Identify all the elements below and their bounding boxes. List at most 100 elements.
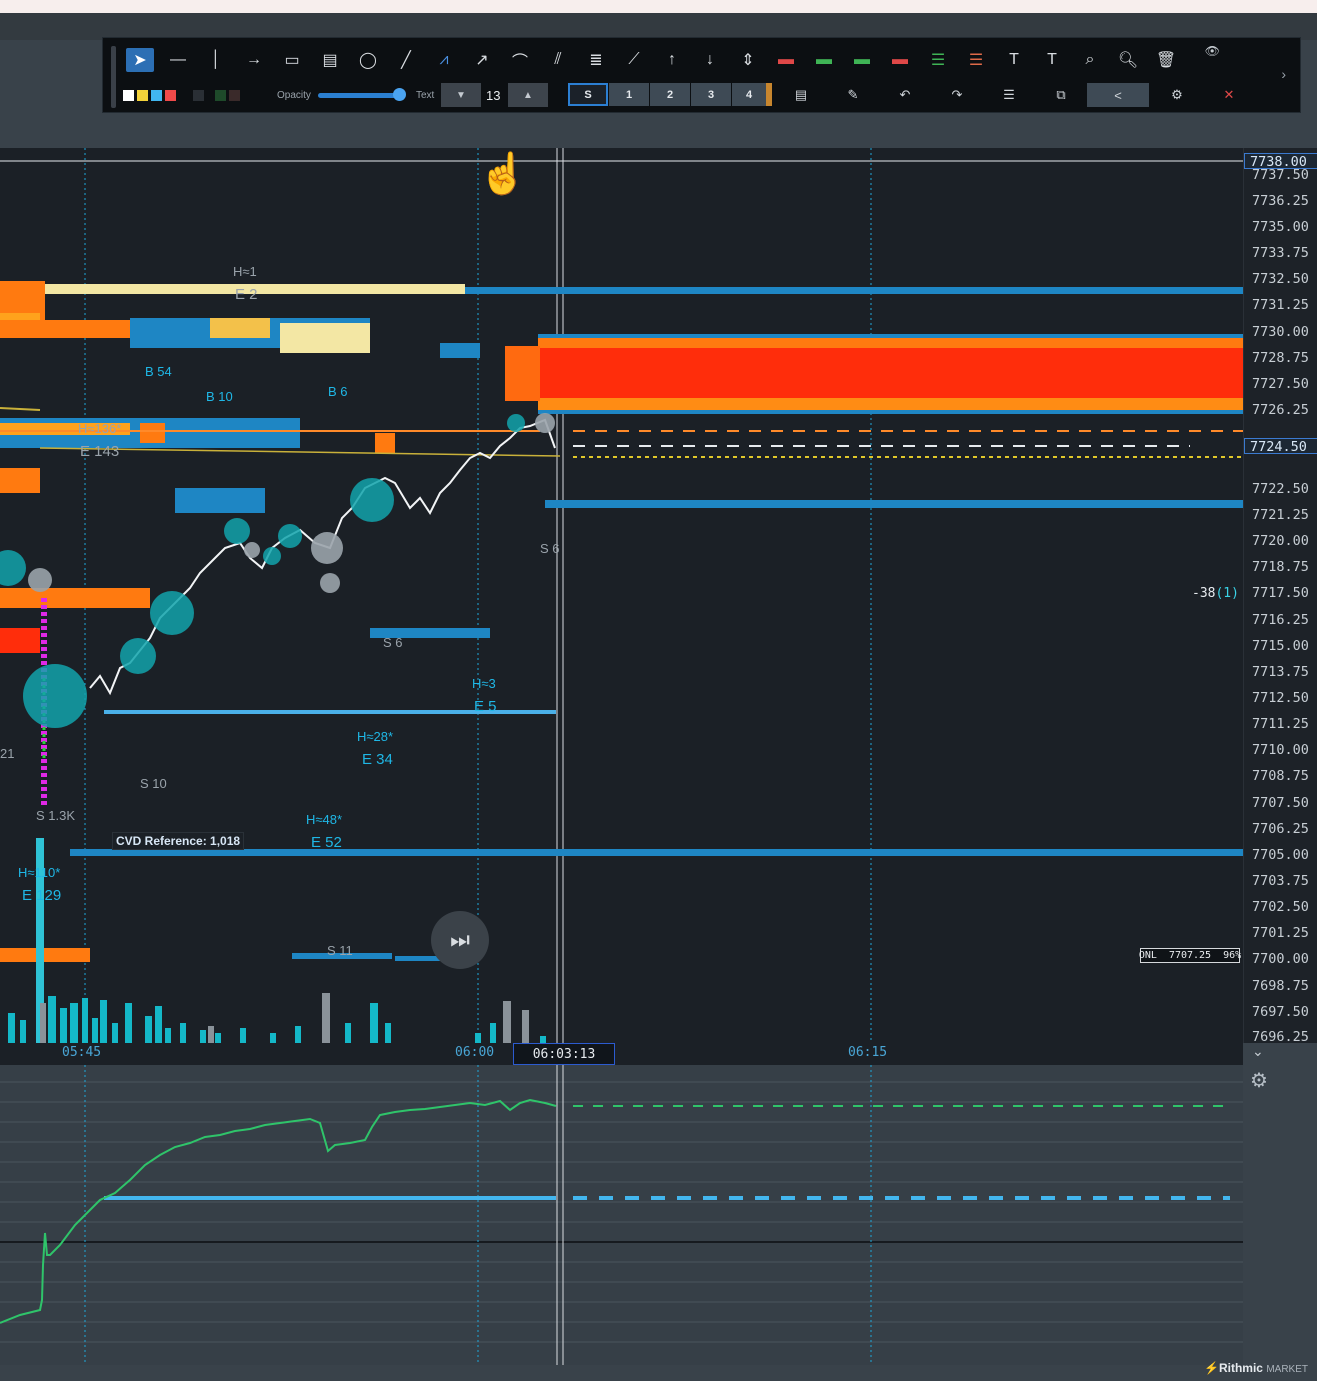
text-tool-button[interactable]: T (1038, 48, 1066, 72)
color-swatch-white[interactable] (123, 89, 134, 101)
drawing-toolbar: ➤ — │ → ▭ ▤ ◯ ╱ ⩘ ↗ ⌒ ⫽ ≣ ⟋ ↑ ↓ ⇕ ▬ ▬ ▬ … (102, 37, 1301, 113)
arrow-down-tool-button[interactable]: ↓ (696, 48, 724, 72)
annot-b54: B 54 (145, 364, 172, 379)
notes-icon[interactable]: ▤ (788, 83, 814, 107)
price-tick: 7733.75 (1252, 245, 1309, 261)
copy-layout-icon[interactable]: ⧉ (1048, 83, 1074, 107)
price-axis[interactable]: 7738.00 7737.50 7736.25 7735.00 7733.75 … (1243, 148, 1317, 1065)
annot-21: 21 (0, 746, 15, 761)
sell-zone-tool-button[interactable]: ▬ (886, 48, 914, 72)
magnet-tool-button[interactable]: ⌕ (1076, 48, 1104, 72)
annot-s6b: S 6 (383, 635, 403, 650)
channel-tool-button[interactable]: ⫽ (544, 48, 572, 72)
buy-levels-tool-button[interactable]: ☰ (924, 48, 952, 72)
annot-h136: H≈136* (78, 421, 122, 436)
share-icon[interactable]: < (1087, 83, 1149, 107)
price-tick: 7736.25 (1252, 193, 1309, 209)
template-slot-3[interactable]: 3 (691, 83, 731, 106)
redo-icon[interactable]: ↷ (944, 83, 970, 107)
fill-swatch-green[interactable] (215, 89, 226, 101)
price-range-tool-button[interactable]: ⇕ (734, 48, 762, 72)
fill-swatch-dark[interactable] (193, 89, 204, 101)
price-tick: 7732.50 (1252, 271, 1309, 287)
chevron-right-icon[interactable]: › (1281, 66, 1286, 82)
annot-s10: S 10 (140, 776, 167, 791)
arrow-tool-button[interactable]: ↗ (468, 48, 496, 72)
time-axis[interactable]: 05:45 06:00 06:15 06:03:13 (0, 1043, 1243, 1065)
heatmap-chart[interactable]: H≈1 E 2 B 54 B 10 B 6 H≈136* E 143 S 6 S… (0, 148, 1243, 1065)
long-position-tool-button[interactable]: ▬ (772, 48, 800, 72)
annot-s6a: S 6 (540, 541, 560, 556)
buy-zone-tool-button[interactable]: ▬ (848, 48, 876, 72)
text-size-decrease-button[interactable]: ▼ (441, 83, 481, 107)
template-slot-1[interactable]: 1 (609, 83, 649, 106)
toolbar-drag-handle[interactable] (111, 46, 116, 108)
annot-e129: E 129 (22, 887, 62, 904)
cvd-indicator-pane[interactable] (0, 1065, 1243, 1365)
pointer-tool-button[interactable]: ➤ (126, 48, 154, 72)
text-size-value[interactable]: 13 (486, 83, 506, 107)
zoom-tool-button[interactable]: 🔍︎ (1114, 48, 1142, 72)
undo-icon[interactable]: ↶ (892, 83, 918, 107)
line-tool-button[interactable]: ╱ (392, 48, 420, 72)
price-tick: 7712.50 (1252, 690, 1309, 706)
color-swatch-blue[interactable] (151, 89, 162, 101)
annot-e143: E 143 (80, 443, 120, 460)
text-size-increase-button[interactable]: ▲ (508, 83, 548, 107)
arc-tool-button[interactable]: ⌒ (506, 48, 534, 72)
price-tick: 7708.75 (1252, 768, 1309, 784)
opacity-slider-track[interactable] (318, 93, 404, 98)
price-tick: 7713.75 (1252, 664, 1309, 680)
chevron-down-icon[interactable]: ⌄ (1252, 1043, 1264, 1060)
price-tick: 7698.75 (1252, 978, 1309, 994)
price-label-tool-button[interactable]: T (1000, 48, 1028, 72)
brand-suffix: MARKET (1266, 1364, 1308, 1375)
vertical-line-tool-button[interactable]: │ (202, 48, 230, 72)
annot-h28: H≈28* (357, 729, 394, 744)
short-position-tool-button[interactable]: ▬ (810, 48, 838, 72)
fill-swatch-maroon[interactable] (229, 89, 240, 101)
time-label: 05:45 (62, 1045, 102, 1060)
highlight-price-marker: 7724.50 (1244, 438, 1317, 455)
rectangle-tool-button[interactable]: ▭ (278, 48, 306, 72)
color-swatch-yellow[interactable] (137, 89, 148, 101)
pencil-icon[interactable]: ✎ (840, 83, 866, 107)
close-icon[interactable]: ✕ (1216, 83, 1242, 107)
sell-levels-tool-button[interactable]: ☰ (962, 48, 990, 72)
price-tick: 7701.25 (1252, 925, 1309, 941)
list-icon[interactable]: ☰ (996, 83, 1022, 107)
eye-icon[interactable]: 👁︎ (1205, 44, 1220, 58)
annot-e2: E 2 (235, 286, 258, 303)
price-tick: 7715.00 (1252, 638, 1309, 654)
template-slot-s[interactable]: S (568, 83, 608, 106)
annot-s13k: S 1.3K (36, 808, 76, 823)
gear-icon[interactable]: ⚙ (1250, 1068, 1268, 1093)
annot-b10: B 10 (206, 389, 233, 404)
app-header-bar (0, 13, 1317, 40)
fib-levels-tool-button[interactable]: ≣ (582, 48, 610, 72)
delete-drawings-button[interactable]: 🗑︎ (1152, 48, 1180, 72)
ray-tool-button[interactable]: → (240, 48, 268, 72)
time-label: 06:00 (455, 1045, 495, 1060)
polyline-tool-button[interactable]: ⩘ (430, 48, 458, 72)
ellipse-tool-button[interactable]: ◯ (354, 48, 382, 72)
color-swatch-red[interactable] (165, 89, 176, 101)
price-tick: 7700.00 (1252, 951, 1309, 967)
horizontal-line-tool-button[interactable]: — (164, 48, 192, 72)
annot-h3: H≈3 (472, 676, 496, 691)
template-slot-4[interactable]: 4 (732, 83, 772, 106)
price-tick: 7721.25 (1252, 507, 1309, 523)
gear-icon[interactable]: ⚙ (1164, 83, 1190, 107)
opacity-slider-knob[interactable] (393, 88, 406, 101)
arrow-up-tool-button[interactable]: ↑ (658, 48, 686, 72)
cursor-time-label: 06:03:13 (513, 1043, 615, 1065)
trend-angle-tool-button[interactable]: ⟋ (620, 48, 648, 72)
cvd-reference-label: CVD Reference: 1,018 (112, 832, 245, 850)
text-size-label: Text (416, 89, 435, 101)
price-tick: 7697.50 (1252, 1004, 1309, 1020)
rithmic-branding: ⚡Rithmic MARKET (1204, 1361, 1308, 1375)
price-tick: 7720.00 (1252, 533, 1309, 549)
template-slot-2[interactable]: 2 (650, 83, 690, 106)
skip-to-end-button[interactable]: ⏭ (431, 911, 489, 969)
volume-profile-tool-button[interactable]: ▤ (316, 48, 344, 72)
